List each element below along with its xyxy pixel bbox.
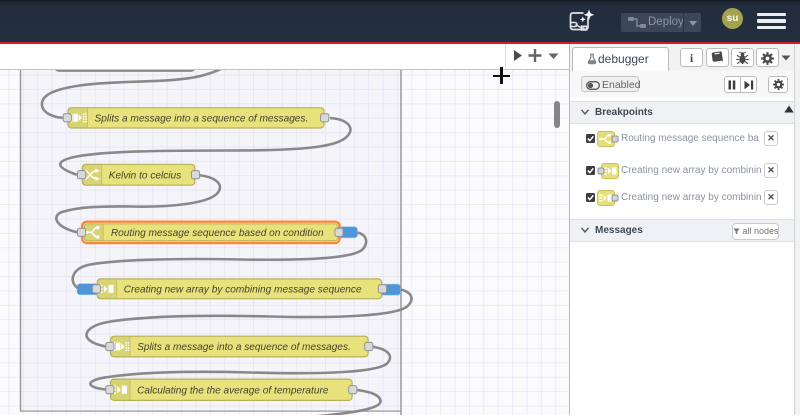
svg-text:Splits a message into a sequen: Splits a message into a sequence of mess… xyxy=(137,342,351,353)
svg-text:Splits a message into a sequen: Splits a message into a sequence of mess… xyxy=(95,113,309,124)
svg-text:Routing message sequence based: Routing message sequence based on condit… xyxy=(111,228,324,239)
svg-text:Calculating the the average of: Calculating the the average of temperatu… xyxy=(137,385,329,396)
svg-text:Creating new array by combinin: Creating new array by combining message … xyxy=(124,284,362,295)
svg-text:Kelvin to celcius: Kelvin to celcius xyxy=(109,170,181,181)
